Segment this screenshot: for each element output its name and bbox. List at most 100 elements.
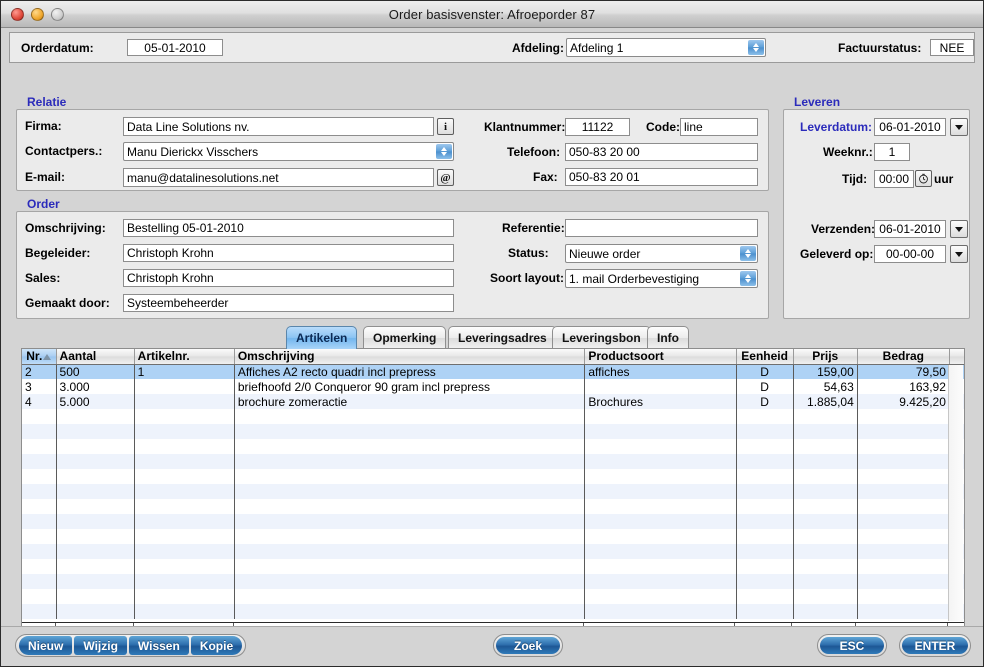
begeleider-field[interactable]: Christoph Krohn (123, 244, 454, 262)
nieuw-button[interactable]: Nieuw (19, 636, 73, 655)
chevron-updown-icon[interactable] (748, 40, 764, 55)
clock-icon[interactable] (915, 170, 932, 187)
zoek-button[interactable]: Zoek (493, 634, 563, 657)
fax-field[interactable]: 050-83 20 01 (565, 168, 758, 186)
firma-field[interactable]: Data Line Solutions nv. (123, 117, 434, 136)
table-empty-row[interactable] (22, 514, 964, 529)
col-eenheid[interactable]: Eenheid (736, 349, 794, 365)
close-button[interactable] (11, 7, 24, 21)
code-field[interactable]: line (680, 118, 758, 136)
cell-empty (22, 424, 57, 439)
gemaakt-door-field[interactable]: Systeembeheerder (123, 294, 454, 312)
leverdatum-field[interactable]: 06-01-2010 (874, 118, 946, 136)
tijd-label: Tijd: (842, 172, 868, 186)
factuurstatus-value: NEE (930, 39, 974, 56)
tab-info[interactable]: Info (647, 326, 689, 349)
afdeling-select[interactable]: Afdeling 1 (566, 38, 766, 57)
chevron-updown-icon[interactable] (740, 271, 756, 286)
cell-empty (234, 409, 586, 424)
fax-label: Fax: (533, 170, 558, 184)
verzenden-label: Verzenden: (811, 222, 876, 236)
referentie-field[interactable] (565, 219, 758, 237)
cell-empty (857, 589, 950, 604)
table-vertical-scrollbar[interactable] (948, 365, 963, 621)
zoom-button[interactable] (51, 7, 64, 21)
table-empty-rows (22, 409, 964, 619)
tab-opmerking[interactable]: Opmerking (363, 326, 447, 349)
table-empty-row[interactable] (22, 559, 964, 574)
cell-empty (22, 409, 57, 424)
cell-empty (584, 499, 737, 514)
col-prijs[interactable]: Prijs (793, 349, 858, 365)
table-empty-row[interactable] (22, 604, 964, 619)
articles-table[interactable]: Nr. Aantal Artikelnr. Omschrijving Produ… (21, 348, 965, 642)
contactpers-select[interactable]: Manu Dierickx Visschers (123, 142, 454, 161)
omschrijving-field[interactable]: Bestelling 05-01-2010 (123, 219, 454, 237)
cell-omschrijving: Affiches A2 recto quadri incl prepress (234, 364, 586, 379)
minimize-button[interactable] (31, 7, 44, 21)
tab-leveringsbon[interactable]: Leveringsbon (552, 326, 651, 349)
cell-empty (857, 544, 950, 559)
cell-empty (134, 454, 235, 469)
cell-productsoort (584, 379, 737, 394)
col-aantal[interactable]: Aantal (56, 349, 135, 365)
table-row[interactable]: 3 3.000 briefhoofd 2/0 Conqueror 90 gram… (22, 379, 964, 394)
table-empty-row[interactable] (22, 424, 964, 439)
table-empty-row[interactable] (22, 469, 964, 484)
leverdatum-dropdown-icon[interactable] (950, 118, 968, 136)
cell-empty (56, 574, 135, 589)
sales-field[interactable]: Christoph Krohn (123, 269, 454, 287)
cell-empty (584, 469, 737, 484)
telefoon-field[interactable]: 050-83 20 00 (565, 143, 758, 161)
weeknr-field[interactable]: 1 (874, 143, 910, 161)
table-row[interactable]: 4 5.000 brochure zomeractie Brochures D … (22, 394, 964, 409)
chevron-updown-icon[interactable] (740, 246, 756, 261)
status-select[interactable]: Nieuwe order (565, 244, 758, 263)
enter-button[interactable]: ENTER (899, 634, 971, 657)
cell-empty (134, 529, 235, 544)
cell-empty (22, 454, 57, 469)
tab-artikelen[interactable]: Artikelen (286, 326, 358, 349)
esc-button[interactable]: ESC (817, 634, 887, 657)
tab-leveringsadres[interactable]: Leveringsadres (448, 326, 557, 349)
col-productsoort[interactable]: Productsoort (584, 349, 737, 365)
klantnummer-field[interactable]: 11122 (565, 118, 630, 136)
cell-aantal: 5.000 (56, 394, 135, 409)
table-empty-row[interactable] (22, 499, 964, 514)
table-empty-row[interactable] (22, 439, 964, 454)
table-empty-row[interactable] (22, 544, 964, 559)
table-row[interactable]: 2 500 1 Affiches A2 recto quadri incl pr… (22, 364, 964, 379)
table-empty-row[interactable] (22, 589, 964, 604)
kopie-button[interactable]: Kopie (190, 636, 243, 655)
table-empty-row[interactable] (22, 409, 964, 424)
cell-empty (793, 574, 858, 589)
at-mail-icon[interactable]: @ (437, 169, 454, 186)
col-omschrijving[interactable]: Omschrijving (234, 349, 586, 365)
email-field[interactable]: manu@datalinesolutions.net (123, 168, 434, 187)
table-empty-row[interactable] (22, 529, 964, 544)
soort-layout-select[interactable]: 1. mail Orderbevestiging (565, 269, 758, 288)
col-bedrag[interactable]: Bedrag (857, 349, 950, 365)
col-nr[interactable]: Nr. (22, 349, 57, 365)
wijzig-button[interactable]: Wijzig (74, 636, 127, 655)
cell-empty (857, 484, 950, 499)
geleverd-op-field[interactable]: 00-00-00 (874, 245, 946, 263)
orderdatum-field[interactable]: 05-01-2010 (127, 39, 223, 56)
wissen-button[interactable]: Wissen (128, 636, 189, 655)
verzenden-dropdown-icon[interactable] (950, 220, 968, 238)
geleverd-op-dropdown-icon[interactable] (950, 245, 968, 263)
table-empty-row[interactable] (22, 574, 964, 589)
tijd-field[interactable]: 00:00 (874, 170, 914, 188)
gemaakt-door-label: Gemaakt door: (25, 296, 110, 310)
cell-empty (22, 469, 57, 484)
chevron-updown-icon[interactable] (436, 144, 452, 159)
table-empty-row[interactable] (22, 484, 964, 499)
window-titlebar[interactable]: Order basisvenster: Afroeporder 87 (1, 1, 983, 28)
cell-empty (22, 589, 57, 604)
table-empty-row[interactable] (22, 454, 964, 469)
verzenden-field[interactable]: 06-01-2010 (874, 220, 946, 238)
col-artikelnr[interactable]: Artikelnr. (134, 349, 235, 365)
cell-prijs: 1.885,04 (793, 394, 858, 409)
order-group-label: Order (27, 197, 60, 211)
info-icon[interactable]: i (437, 118, 454, 135)
